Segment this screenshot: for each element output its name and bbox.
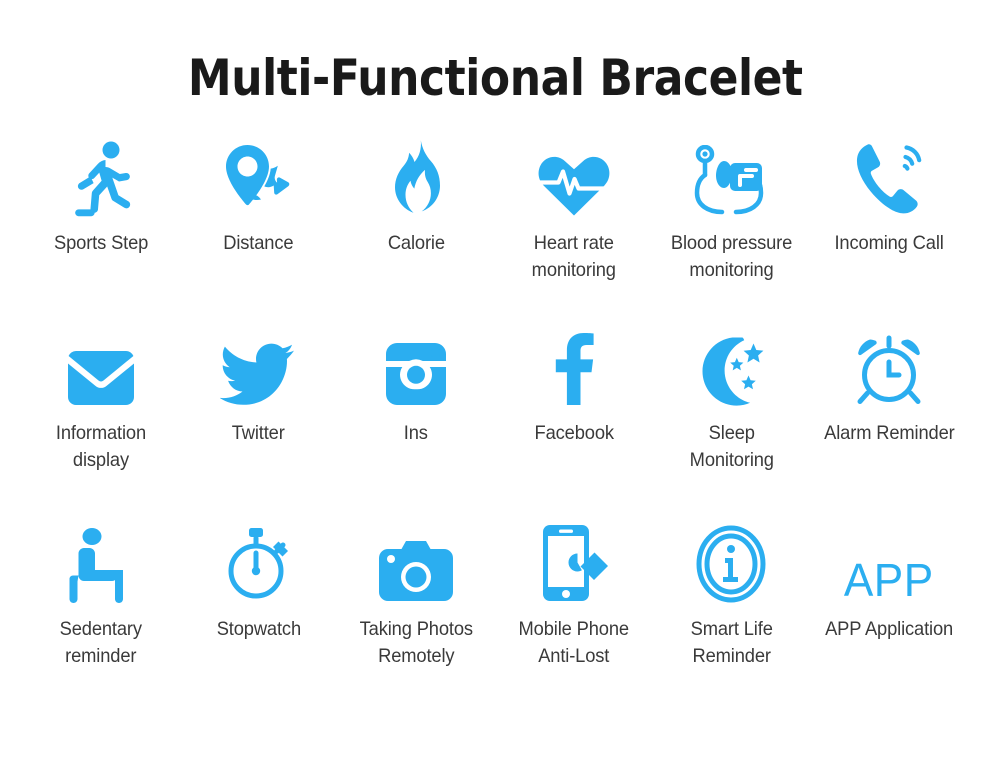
- feature-label: Twitter: [231, 421, 285, 444]
- feature-sports-step[interactable]: Sports Step: [22, 139, 180, 258]
- incoming-call-icon: [851, 139, 927, 217]
- instagram-camera-icon: [384, 329, 448, 407]
- feature-label: Blood pressure monitoring: [670, 231, 793, 282]
- location-pin-icon: [220, 139, 296, 217]
- blood-pressure-monitor-icon: [691, 139, 771, 217]
- envelope-icon: [66, 329, 136, 407]
- feature-label: Calorie: [387, 231, 445, 254]
- feature-label: Taking Photos Remotely: [359, 617, 473, 668]
- feature-smart-life-reminder[interactable]: Smart Life Reminder: [653, 525, 811, 671]
- feature-calorie[interactable]: Calorie: [337, 139, 495, 258]
- running-person-icon: [65, 139, 137, 217]
- feature-distance[interactable]: Distance: [180, 139, 338, 258]
- feature-taking-photos[interactable]: Taking Photos Remotely: [337, 525, 495, 671]
- app-wordmark-text: APP: [844, 553, 935, 606]
- sitting-person-icon: [68, 525, 134, 603]
- feature-row: Sedentary reminder Stopwatch Taking Phot…: [22, 524, 968, 715]
- moon-stars-icon: [694, 329, 768, 407]
- feature-label: Incoming Call: [834, 231, 944, 254]
- flame-icon: [387, 139, 445, 217]
- feature-sleep-monitoring[interactable]: Sleep Monitoring: [653, 329, 811, 475]
- info-circle-icon: [695, 525, 767, 603]
- feature-row: Sports Step Distance Calorie Heart rate …: [22, 139, 968, 329]
- feature-blood-pressure[interactable]: Blood pressure monitoring: [653, 139, 811, 285]
- feature-incoming-call[interactable]: Incoming Call: [810, 139, 968, 258]
- feature-facebook[interactable]: Facebook: [495, 329, 653, 448]
- feature-label: Sedentary reminder: [59, 617, 142, 668]
- feature-label: Mobile Phone Anti-Lost: [518, 617, 630, 668]
- feature-instagram[interactable]: Ins: [337, 329, 495, 448]
- feature-sedentary-reminder[interactable]: Sedentary reminder: [22, 525, 180, 671]
- feature-app-application[interactable]: APP APP Application: [810, 525, 968, 644]
- feature-heart-rate[interactable]: Heart rate monitoring: [495, 139, 653, 285]
- feature-grid: Sports Step Distance Calorie Heart rate …: [0, 139, 990, 715]
- phone-anti-lost-icon: [537, 524, 611, 603]
- camera-icon: [376, 525, 456, 603]
- feature-alarm-reminder[interactable]: Alarm Reminder: [810, 329, 968, 448]
- feature-label: Stopwatch: [216, 617, 301, 640]
- feature-label: Information display: [55, 421, 146, 472]
- feature-label: Alarm Reminder: [823, 421, 955, 444]
- alarm-clock-icon: [851, 329, 927, 407]
- feature-label: Smart Life Reminder: [690, 617, 773, 668]
- feature-information-display[interactable]: Information display: [22, 329, 180, 475]
- heart-pulse-icon: [535, 139, 613, 217]
- feature-label: Ins: [404, 421, 429, 444]
- feature-label: Sports Step: [53, 231, 148, 254]
- app-wordmark-icon: APP: [842, 525, 936, 603]
- bracelet-feature-poster: Multi-Functional Bracelet Sports Step Di…: [0, 0, 990, 779]
- feature-twitter[interactable]: Twitter: [180, 329, 338, 448]
- feature-label: Facebook: [534, 421, 614, 444]
- feature-stopwatch[interactable]: Stopwatch: [180, 525, 338, 644]
- feature-label: Sleep Monitoring: [689, 421, 774, 472]
- title-container: Multi-Functional Bracelet: [0, 0, 990, 105]
- page-title: Multi-Functional Bracelet: [187, 49, 803, 107]
- feature-label: Heart rate monitoring: [531, 231, 616, 282]
- feature-phone-anti-lost[interactable]: Mobile Phone Anti-Lost: [495, 524, 653, 671]
- feature-label: Distance: [223, 231, 294, 254]
- twitter-bird-icon: [220, 329, 296, 407]
- facebook-f-icon: [552, 329, 596, 407]
- feature-row: Information display Twitter Ins Facebook…: [22, 329, 968, 525]
- stopwatch-icon: [222, 525, 294, 603]
- feature-label: APP Application: [825, 617, 954, 640]
